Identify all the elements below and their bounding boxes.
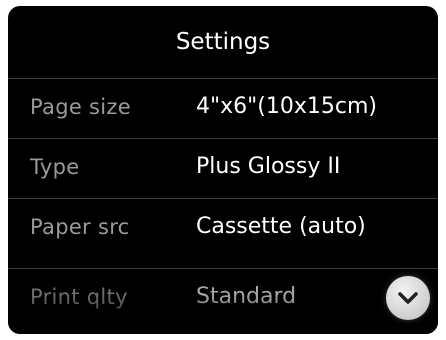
setting-label: Print qlty: [30, 285, 128, 309]
setting-value: Cassette (auto): [196, 214, 366, 239]
setting-row-page-size[interactable]: Page size 4"x6"(10x15cm): [8, 78, 438, 135]
scroll-down-button[interactable]: [386, 276, 430, 320]
setting-row-type[interactable]: Type Plus Glossy II: [8, 138, 438, 195]
chevron-down-icon: [398, 292, 418, 304]
settings-screen: Settings Page size 4"x6"(10x15cm) Type P…: [8, 6, 438, 334]
page-title: Settings: [175, 29, 271, 55]
setting-row-print-qlty[interactable]: Print qlty Standard: [8, 268, 438, 325]
setting-value: 4"x6"(10x15cm): [196, 94, 377, 119]
setting-row-paper-src[interactable]: Paper src Cassette (auto): [8, 198, 438, 255]
setting-label: Paper src: [30, 215, 130, 239]
setting-label: Page size: [30, 95, 131, 119]
setting-label: Type: [30, 155, 80, 179]
setting-value: Standard: [196, 284, 297, 309]
setting-value: Plus Glossy II: [196, 154, 341, 179]
